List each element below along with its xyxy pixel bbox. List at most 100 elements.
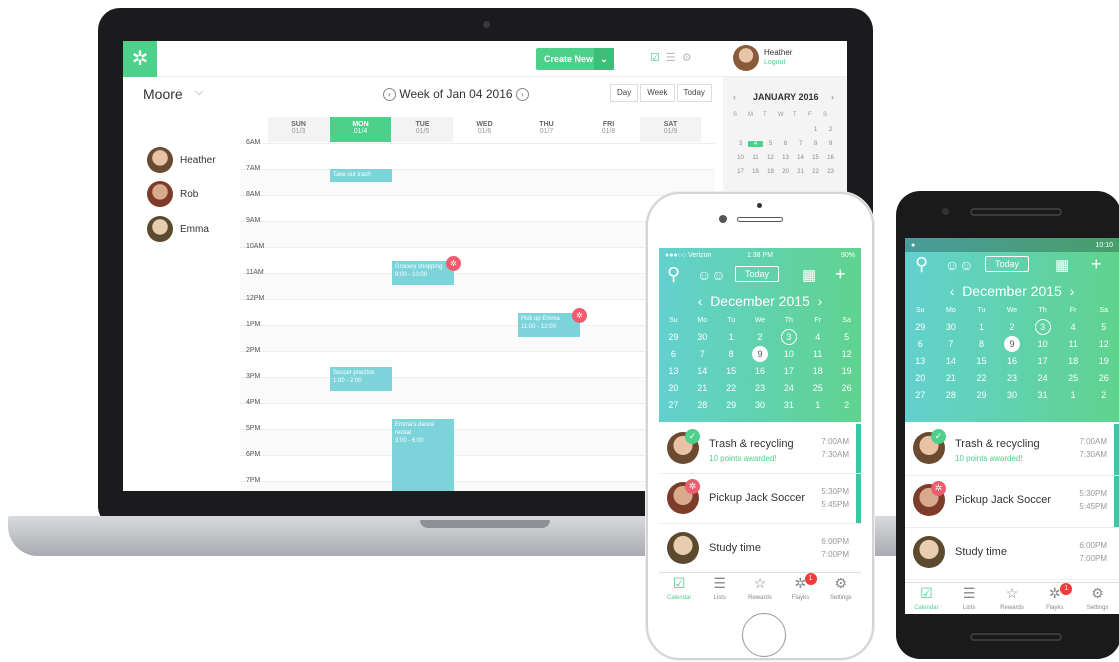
next-month-icon[interactable]: › bbox=[818, 293, 823, 309]
calendar-day[interactable]: 30 bbox=[746, 397, 775, 414]
event-dance-recital[interactable]: Emma's dance recital 3:00 - 6:00 bbox=[392, 419, 454, 491]
day-view-button[interactable]: Day bbox=[610, 84, 639, 102]
calendar-day[interactable]: 3 bbox=[774, 329, 803, 346]
calendar-day[interactable]: 29 bbox=[905, 319, 936, 336]
list-item[interactable]: Study time 6:00PM 7:00PM bbox=[905, 528, 1119, 580]
tab-flayks[interactable]: ✲ Flayks 1 bbox=[1033, 583, 1076, 614]
mini-calendar-day[interactable]: 10 bbox=[733, 155, 748, 161]
calendar-day[interactable]: 3 bbox=[1027, 319, 1058, 336]
chevron-down-icon[interactable]: ⌵ bbox=[195, 86, 203, 99]
hour-row[interactable]: 1PM bbox=[240, 321, 715, 351]
calendar-day[interactable]: 28 bbox=[936, 387, 967, 404]
tab-rewards[interactable]: ☆ Rewards bbox=[740, 573, 780, 610]
hour-row[interactable]: 12PM bbox=[240, 295, 715, 325]
calendar-icon[interactable]: ▦ bbox=[802, 266, 816, 284]
calendar-day[interactable]: 17 bbox=[1027, 353, 1058, 370]
calendar-day[interactable]: 2 bbox=[997, 319, 1028, 336]
prev-week-icon[interactable]: ‹ bbox=[383, 88, 396, 101]
chevron-down-icon[interactable]: ⌄ bbox=[594, 48, 614, 70]
flayk-logo-icon[interactable]: ✲ bbox=[123, 41, 157, 77]
calendar-day[interactable]: 1 bbox=[717, 329, 746, 346]
family-selector[interactable]: Moore bbox=[143, 86, 183, 102]
list-item[interactable]: ✲ Pickup Jack Soccer 5:30PM 5:45PM bbox=[659, 474, 861, 524]
calendar-day[interactable]: 19 bbox=[1088, 353, 1119, 370]
calendar-day[interactable]: 15 bbox=[966, 353, 997, 370]
calendar-day[interactable]: 24 bbox=[1027, 370, 1058, 387]
event-grocery-shopping[interactable]: Grocery shopping 9:00 - 10:00 ✲ bbox=[392, 256, 461, 285]
calendar-day[interactable]: 25 bbox=[803, 380, 832, 397]
hour-row[interactable]: 10AM bbox=[240, 243, 715, 273]
calendar-day[interactable]: 12 bbox=[1088, 336, 1119, 353]
list-item[interactable]: ✓ Trash & recycling 10 points awarded! 7:00… bbox=[659, 424, 861, 474]
calendar-day[interactable]: 27 bbox=[905, 387, 936, 404]
calendar-day[interactable]: 20 bbox=[905, 370, 936, 387]
event-soccer-practice[interactable]: Soccer practice 1:00 - 2:00 bbox=[330, 367, 392, 391]
calendar-day[interactable]: 23 bbox=[746, 380, 775, 397]
calendar-day[interactable]: 26 bbox=[1088, 370, 1119, 387]
calendar-day[interactable]: 18 bbox=[1058, 353, 1089, 370]
mini-calendar-day[interactable]: 23 bbox=[823, 169, 838, 175]
calendar-day[interactable]: 25 bbox=[1058, 370, 1089, 387]
hour-row[interactable]: 11AM bbox=[240, 269, 715, 299]
calendar-icon[interactable]: ▦ bbox=[1055, 256, 1069, 274]
mini-calendar-day[interactable]: 16 bbox=[823, 155, 838, 161]
calendar-view-icon[interactable]: ☑ bbox=[650, 52, 666, 64]
hour-row[interactable]: 6PM bbox=[240, 451, 715, 481]
calendar-day[interactable]: 5 bbox=[832, 329, 861, 346]
calendar-day[interactable]: 29 bbox=[717, 397, 746, 414]
calendar-day[interactable]: 9 bbox=[746, 346, 775, 363]
day-header-wed[interactable]: WED 01/6 bbox=[454, 117, 516, 142]
event-pick-up-emma[interactable]: Pick up Emma 11:00 - 12:00 ✲ bbox=[518, 308, 587, 337]
prev-month-icon[interactable]: ‹ bbox=[950, 283, 955, 299]
calendar-day[interactable]: 26 bbox=[832, 380, 861, 397]
mini-calendar-day[interactable]: 21 bbox=[793, 169, 808, 175]
mini-calendar-day[interactable]: 11 bbox=[748, 155, 763, 161]
list-view-icon[interactable]: ☰ bbox=[666, 52, 682, 64]
mini-calendar-day[interactable]: 14 bbox=[793, 155, 808, 161]
calendar-day[interactable]: 4 bbox=[1058, 319, 1089, 336]
calendar-day[interactable]: 8 bbox=[966, 336, 997, 353]
week-view-button[interactable]: Week bbox=[640, 84, 675, 102]
tab-rewards[interactable]: ☆ Rewards bbox=[991, 583, 1034, 614]
mini-calendar-day[interactable]: 20 bbox=[778, 169, 793, 175]
create-new-button[interactable]: Create New ⌄ bbox=[536, 48, 614, 70]
tab-settings[interactable]: ⚙ Settings bbox=[1076, 583, 1119, 614]
tab-settings[interactable]: ⚙ Settings bbox=[821, 573, 861, 610]
hour-row[interactable]: 2PM bbox=[240, 347, 715, 377]
calendar-day[interactable]: 31 bbox=[774, 397, 803, 414]
event-take-out-trash[interactable]: Take out trash bbox=[330, 169, 392, 182]
people-icon[interactable]: ☺☺ bbox=[945, 257, 974, 273]
calendar-day[interactable]: 21 bbox=[936, 370, 967, 387]
add-icon[interactable]: + bbox=[1091, 254, 1102, 275]
calendar-day[interactable]: 15 bbox=[717, 363, 746, 380]
hour-row[interactable]: 5PM bbox=[240, 425, 715, 455]
mini-calendar-day[interactable]: 6 bbox=[778, 141, 793, 147]
calendar-day[interactable]: 13 bbox=[905, 353, 936, 370]
calendar-day[interactable]: 1 bbox=[803, 397, 832, 414]
calendar-day[interactable]: 13 bbox=[659, 363, 688, 380]
day-header-sun[interactable]: SUN 01/3 bbox=[268, 117, 330, 142]
hour-row[interactable]: 7AM bbox=[240, 165, 715, 195]
mini-calendar-day[interactable]: 8 bbox=[808, 141, 823, 147]
today-button[interactable]: Today bbox=[676, 84, 712, 102]
calendar-day[interactable]: 16 bbox=[997, 353, 1028, 370]
calendar-day[interactable]: 24 bbox=[774, 380, 803, 397]
calendar-day[interactable]: 18 bbox=[803, 363, 832, 380]
calendar-day[interactable]: 4 bbox=[803, 329, 832, 346]
mini-calendar-day[interactable]: 2 bbox=[823, 127, 838, 133]
list-item[interactable]: ✲ Pickup Jack Soccer 5:30PM 5:45PM bbox=[905, 476, 1119, 528]
calendar-day[interactable]: 6 bbox=[659, 346, 688, 363]
mini-calendar-day[interactable]: 17 bbox=[733, 169, 748, 175]
calendar-day[interactable]: 12 bbox=[832, 346, 861, 363]
calendar-day[interactable]: 7 bbox=[936, 336, 967, 353]
calendar-day[interactable]: 6 bbox=[905, 336, 936, 353]
calendar-day[interactable]: 14 bbox=[936, 353, 967, 370]
hour-row[interactable]: 6AM bbox=[240, 139, 715, 169]
day-header-sat[interactable]: SAT 01/9 bbox=[640, 117, 702, 142]
gear-icon[interactable]: ⚙ bbox=[682, 52, 698, 64]
calendar-day[interactable]: 19 bbox=[832, 363, 861, 380]
mini-calendar-day[interactable]: 4 bbox=[748, 141, 763, 147]
calendar-day[interactable]: 31 bbox=[1027, 387, 1058, 404]
day-header-mon[interactable]: MON 01/4 bbox=[330, 117, 392, 142]
add-icon[interactable]: + bbox=[835, 264, 846, 285]
